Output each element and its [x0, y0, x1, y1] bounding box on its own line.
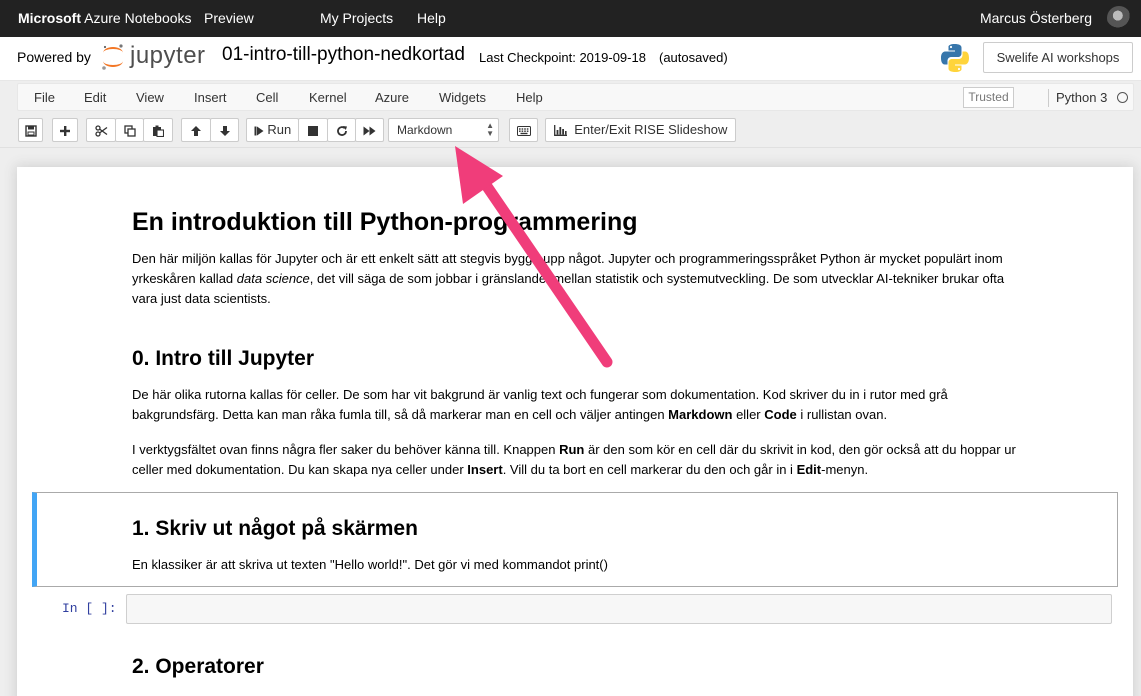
- section-1-heading: 1. Skriv ut något på skärmen: [132, 517, 418, 540]
- section-2-heading: 2. Operatorer: [132, 655, 264, 678]
- section-0-heading: 0. Intro till Jupyter: [132, 347, 315, 370]
- trusted-indicator[interactable]: Trusted: [963, 87, 1014, 108]
- kernel-name[interactable]: Python 3: [1056, 90, 1107, 105]
- checkpoint-status: Last Checkpoint: 2019-09-18: [479, 50, 646, 65]
- menu-widgets[interactable]: Widgets: [439, 90, 486, 105]
- user-name[interactable]: Marcus Österberg: [980, 10, 1092, 26]
- toolbar-divider: [0, 147, 1141, 148]
- move-down-button[interactable]: [210, 118, 239, 142]
- jupyter-wordmark[interactable]: jupyter: [130, 42, 206, 70]
- arrow-up-icon: [191, 125, 201, 136]
- menu-kernel[interactable]: Kernel: [309, 90, 347, 105]
- nav-help[interactable]: Help: [417, 10, 446, 26]
- rise-slideshow-button[interactable]: Enter/Exit RISE Slideshow: [545, 118, 736, 142]
- preview-label: Preview: [204, 10, 254, 26]
- paste-icon: [153, 125, 164, 137]
- intro-line-2: yrkeskåren kallad data science, det vill…: [132, 271, 1005, 286]
- paste-button[interactable]: [143, 118, 173, 142]
- run-label: Run: [267, 122, 292, 137]
- keyboard-icon: [516, 125, 531, 136]
- bar-chart-icon: [553, 125, 567, 137]
- menu-help[interactable]: Help: [516, 90, 543, 105]
- arrow-down-icon: [219, 125, 230, 136]
- menu-cell[interactable]: Cell: [256, 90, 278, 105]
- code-cell-input[interactable]: [126, 594, 1112, 624]
- save-icon: [24, 124, 37, 137]
- notebook-header: Powered by jupyter 01-intro-till-python-…: [0, 37, 1141, 81]
- nav-my-projects[interactable]: My Projects: [320, 10, 393, 26]
- kernel-divider: [1048, 89, 1049, 107]
- menubar: File Edit View Insert Cell Kernel Azure …: [17, 83, 1134, 111]
- notebook-toolbar: Run Markdown ▲ ▼ Enter/Exit RISE Slidesho…: [0, 114, 1141, 148]
- cut-icon: [94, 124, 107, 137]
- insert-cell-button[interactable]: [52, 118, 78, 142]
- rise-label: Enter/Exit RISE Slideshow: [574, 122, 728, 137]
- section-1-paragraph: En klassiker är att skriva ut texten "He…: [132, 557, 608, 572]
- fast-forward-icon: [363, 126, 376, 136]
- cut-button[interactable]: [86, 118, 116, 142]
- step-forward-icon: [254, 126, 264, 136]
- azure-top-bar: Microsoft Azure Notebooks Preview My Pro…: [0, 0, 1141, 37]
- intro-line-1: Den här miljön kallas för Jupyter och är…: [132, 251, 1003, 266]
- avatar[interactable]: [1107, 6, 1131, 30]
- menu-view[interactable]: View: [136, 90, 164, 105]
- python-logo-icon: [941, 44, 969, 72]
- kernel-idle-indicator-icon: [1117, 92, 1128, 103]
- restart-icon: [336, 125, 347, 136]
- intro-paragraph[interactable]: Den här miljön kallas för Jupyter och är…: [132, 249, 1107, 309]
- intro-line-3: vara just data scientists.: [132, 291, 271, 306]
- notebook-title: En introduktion till Python-programmerin…: [132, 208, 638, 236]
- menu-insert[interactable]: Insert: [194, 90, 227, 105]
- command-palette-button[interactable]: [509, 118, 538, 142]
- restart-run-all-button[interactable]: [355, 118, 384, 142]
- notebook-name[interactable]: 01-intro-till-python-nedkortad: [222, 44, 465, 66]
- autosave-status: (autosaved): [659, 50, 728, 65]
- cell-type-value: Markdown: [397, 123, 453, 137]
- restart-kernel-button[interactable]: [327, 118, 356, 142]
- copy-icon: [123, 124, 136, 137]
- notebook-container: En introduktion till Python-programmerin…: [17, 167, 1133, 696]
- menu-azure[interactable]: Azure: [375, 90, 409, 105]
- input-prompt: In [ ]:: [62, 601, 117, 616]
- section-0-paragraph-2[interactable]: I verktygsfältet ovan finns några fler s…: [132, 440, 1107, 480]
- project-button[interactable]: Swelife AI workshops: [983, 42, 1133, 73]
- powered-by-label: Powered by: [17, 49, 91, 65]
- select-caret-icon: ▲ ▼: [486, 121, 494, 138]
- menu-edit[interactable]: Edit: [84, 90, 106, 105]
- stop-icon: [308, 125, 318, 136]
- copy-button[interactable]: [115, 118, 144, 142]
- save-button[interactable]: [18, 118, 43, 142]
- azure-brand[interactable]: Microsoft Azure Notebooks: [18, 10, 192, 26]
- jupyter-logo-icon: [102, 44, 123, 70]
- run-button[interactable]: Run: [246, 118, 299, 142]
- section-0-paragraph-1[interactable]: De här olika rutorna kallas för celler. …: [132, 385, 1107, 425]
- menu-file[interactable]: File: [34, 90, 55, 105]
- plus-icon: [60, 125, 70, 136]
- cell-type-select[interactable]: Markdown ▲ ▼: [388, 118, 499, 142]
- move-up-button[interactable]: [181, 118, 211, 142]
- interrupt-button[interactable]: [298, 118, 328, 142]
